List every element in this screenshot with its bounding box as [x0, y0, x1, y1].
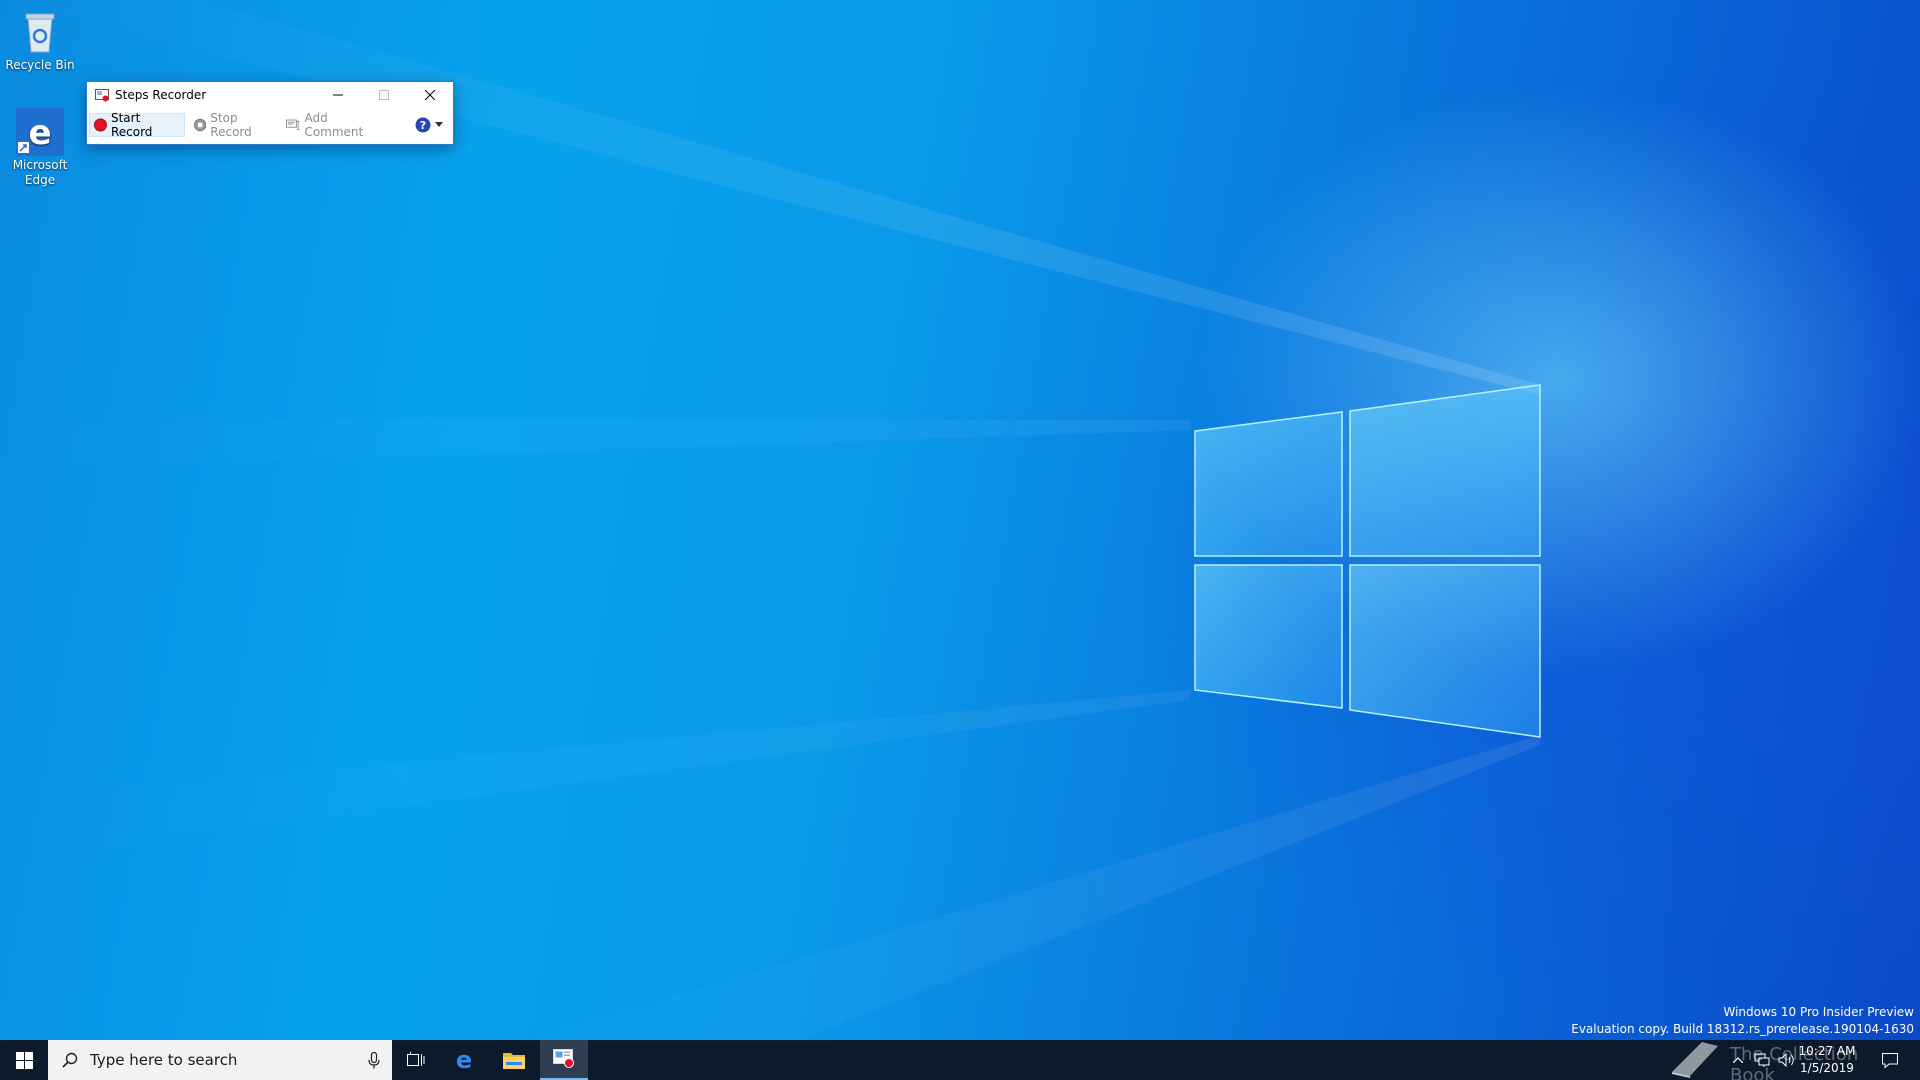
windows-logo-pane-br	[1349, 564, 1541, 738]
help-icon: ?	[415, 117, 431, 133]
desktop: Recycle Bin e Microsoft Edge Steps Recor…	[0, 0, 1920, 1080]
search-box[interactable]: Type here to search	[48, 1040, 392, 1080]
minimize-icon	[333, 94, 343, 96]
add-comment-button[interactable]: Add Comment	[282, 111, 386, 139]
windows-logo-pane-bl	[1194, 564, 1343, 709]
maximize-icon	[379, 90, 389, 100]
stop-record-label: Stop Record	[210, 111, 252, 139]
desktop-icon-recycle-bin[interactable]: Recycle Bin	[0, 8, 80, 73]
taskbar-edge-button[interactable]: e	[440, 1040, 488, 1080]
build-watermark: Windows 10 Pro Insider Preview Evaluatio…	[1571, 1004, 1914, 1038]
desktop-icon-microsoft-edge[interactable]: e Microsoft Edge	[0, 108, 80, 188]
watermark-build: Evaluation copy. Build 18312.rs_prerelea…	[1571, 1022, 1914, 1036]
desktop-icon-label: Microsoft Edge	[12, 158, 68, 187]
stop-icon	[194, 118, 207, 132]
svg-text:?: ?	[420, 119, 426, 132]
title-bar[interactable]: Steps Recorder	[87, 82, 453, 108]
desktop-icon-label: Recycle Bin	[5, 58, 75, 72]
brand-text: The Collection Book	[1730, 1044, 1859, 1080]
start-record-label: Start Record	[110, 111, 153, 139]
book-logo-icon	[1672, 1042, 1718, 1078]
svg-text:e: e	[456, 1048, 472, 1072]
watermark-edition: Windows 10 Pro Insider Preview	[1723, 1005, 1914, 1019]
recycle-bin-icon	[16, 8, 64, 56]
start-button[interactable]	[0, 1040, 48, 1080]
taskbar-file-explorer-button[interactable]	[490, 1040, 538, 1080]
taskbar-steps-recorder-button[interactable]	[540, 1040, 588, 1080]
start-record-button[interactable]: Start Record	[89, 111, 185, 139]
stop-record-button[interactable]: Stop Record	[190, 111, 278, 139]
add-comment-label: Add Comment	[304, 111, 364, 139]
wallpaper-graphic	[0, 0, 1541, 1080]
record-icon	[94, 118, 107, 132]
windows-logo-pane-tr	[1349, 384, 1541, 557]
window-title: Steps Recorder	[115, 88, 207, 102]
edge-icon: e	[456, 1048, 472, 1072]
toolbar: Start Record Stop Record Add Comment ?	[87, 108, 453, 144]
windows-logo-icon	[15, 1051, 33, 1069]
chevron-down-icon	[435, 122, 443, 127]
minimize-button[interactable]	[315, 82, 361, 108]
task-view-button[interactable]	[392, 1040, 440, 1080]
svg-text:e: e	[28, 113, 51, 153]
folder-icon	[503, 1053, 525, 1069]
steps-recorder-icon	[553, 1049, 574, 1068]
search-icon	[62, 1052, 78, 1068]
microphone-icon[interactable]	[368, 1051, 380, 1069]
brand-watermark: The Collection Book	[1668, 1038, 1908, 1080]
close-icon	[425, 90, 435, 100]
windows-logo-pane-tl	[1194, 411, 1343, 557]
comment-icon	[286, 119, 300, 130]
edge-icon: e	[16, 108, 64, 156]
search-placeholder: Type here to search	[90, 1051, 238, 1069]
task-view-icon	[407, 1052, 425, 1066]
steps-recorder-icon	[95, 88, 109, 102]
taskbar: Type here to search e 10:27 AM 1/5/2019	[0, 1040, 1920, 1080]
steps-recorder-window: Steps Recorder Start Record Stop Record …	[86, 81, 454, 145]
maximize-button[interactable]	[361, 82, 407, 108]
close-button[interactable]	[407, 82, 453, 108]
help-button[interactable]: ?	[411, 113, 449, 137]
